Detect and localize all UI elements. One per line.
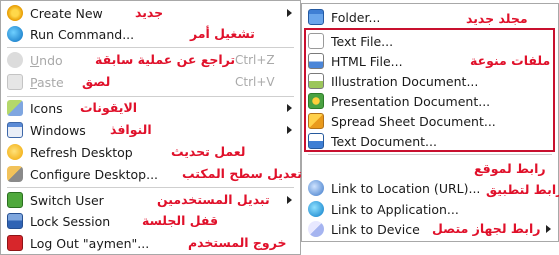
annotation-icons: الايقونات [80, 100, 138, 115]
configure-desktop-label: Configure Desktop... [30, 167, 159, 182]
paste-label: Paste [30, 75, 64, 90]
switch-user-label: Switch User [30, 193, 104, 208]
submenu-arrow-icon [287, 104, 292, 112]
link-url-label: Link to Location (URL)... [331, 181, 481, 196]
run-command-icon [7, 26, 23, 42]
windows-icon [7, 122, 23, 138]
new-star-icon [7, 5, 23, 21]
menu-item-icons[interactable]: Icons [2, 98, 299, 119]
annotation-link-device: رابط لجهاز متصل [432, 221, 541, 236]
submenu-arrow-icon [287, 9, 292, 17]
menu-separator [308, 154, 552, 155]
menu-item-refresh-desktop[interactable]: Refresh Desktop [2, 142, 299, 163]
refresh-desktop-label: Refresh Desktop [30, 145, 133, 160]
annotation-file-types: ملفات منوعة [470, 53, 551, 68]
annotation-create-new: جديد [135, 5, 164, 20]
menu-item-paste: Paste Ctrl+V [2, 72, 299, 93]
undo-icon [7, 52, 23, 68]
icons-label: Icons [30, 101, 63, 116]
annotation-lock: قفل الجلسة [142, 213, 219, 228]
annotation-undo: تراجع عن عملية سابقة [95, 52, 236, 67]
icons-icon [7, 100, 23, 116]
annotation-folder: مجلد جديد [466, 11, 528, 26]
annotation-logout: خروج المستخدم [188, 235, 287, 250]
annotation-link-app: رابط لتطبيق [486, 182, 559, 197]
create-new-label: Create New [30, 6, 103, 21]
annotation-paste: لصق [82, 74, 111, 89]
link-device-label: Link to Device [331, 222, 420, 237]
annotation-refresh: لعمل تحديث [171, 144, 246, 159]
paste-shortcut: Ctrl+V [235, 75, 275, 89]
annotation-run-command: تشغيل أمر [190, 26, 255, 41]
menu-separator [7, 96, 294, 97]
windows-label: Windows [30, 123, 86, 138]
paste-icon [7, 74, 23, 90]
refresh-icon [7, 144, 23, 160]
switch-user-icon [7, 192, 23, 208]
submenu-arrow-icon [287, 196, 292, 204]
folder-icon [308, 9, 324, 25]
lock-icon [7, 213, 23, 229]
configure-icon [7, 166, 23, 182]
undo-label: Undo [30, 53, 63, 68]
submenu-item-link-app[interactable]: Link to Application... [303, 199, 557, 220]
logout-label: Log Out "aymen"... [30, 236, 150, 251]
submenu-arrow-icon [546, 225, 551, 233]
annotation-switch-user: تبديل المستخدمين [157, 192, 270, 207]
lock-session-label: Lock Session [30, 214, 111, 229]
file-types-highlight-box [304, 28, 555, 152]
link-url-icon [308, 180, 324, 196]
link-device-icon [308, 221, 324, 237]
annotation-windows: النوافذ [110, 122, 152, 137]
link-app-icon [308, 201, 324, 217]
run-command-label: Run Command... [30, 27, 135, 42]
annotation-configure: تعديل سطح المكتب [182, 166, 302, 181]
menu-separator [7, 187, 294, 188]
undo-shortcut: Ctrl+Z [235, 53, 275, 67]
submenu-arrow-icon [287, 126, 292, 134]
folder-label: Folder... [331, 10, 381, 25]
logout-icon [7, 235, 23, 251]
annotation-link-url: رابط لموقع [474, 161, 546, 176]
menu-separator [7, 47, 294, 48]
link-app-label: Link to Application... [331, 202, 459, 217]
